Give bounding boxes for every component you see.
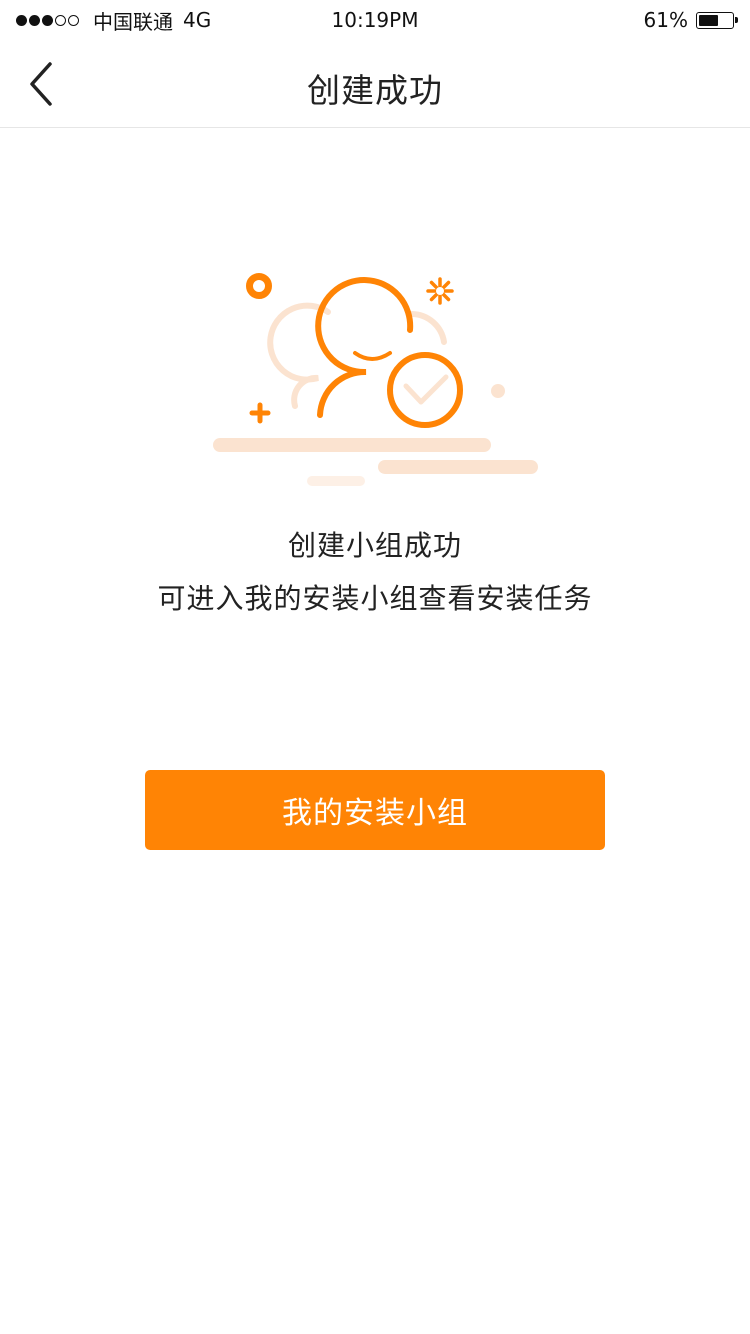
group-success-icon	[213, 273, 538, 486]
battery-percent: 61%	[643, 8, 688, 32]
success-description: 可进入我的安装小组查看安装任务	[157, 582, 593, 615]
status-bar: 中国联通 4G 10:19PM 61%	[0, 0, 750, 40]
status-time: 10:19PM	[331, 8, 419, 32]
my-install-group-button[interactable]: 我的安装小组	[145, 770, 605, 850]
page-title: 创建成功	[307, 71, 443, 110]
group-success-illustration	[200, 258, 550, 498]
battery-cap	[735, 16, 738, 23]
screen: 中国联通 4G 10:19PM 61% 创建成功 创建小组成功 可进入我的安装小…	[0, 0, 750, 1334]
battery-icon	[696, 11, 738, 29]
success-title: 创建小组成功	[287, 529, 462, 562]
status-right: 61%	[643, 8, 738, 32]
nav-bar: 创建成功	[0, 40, 750, 128]
battery-fill	[699, 14, 718, 26]
